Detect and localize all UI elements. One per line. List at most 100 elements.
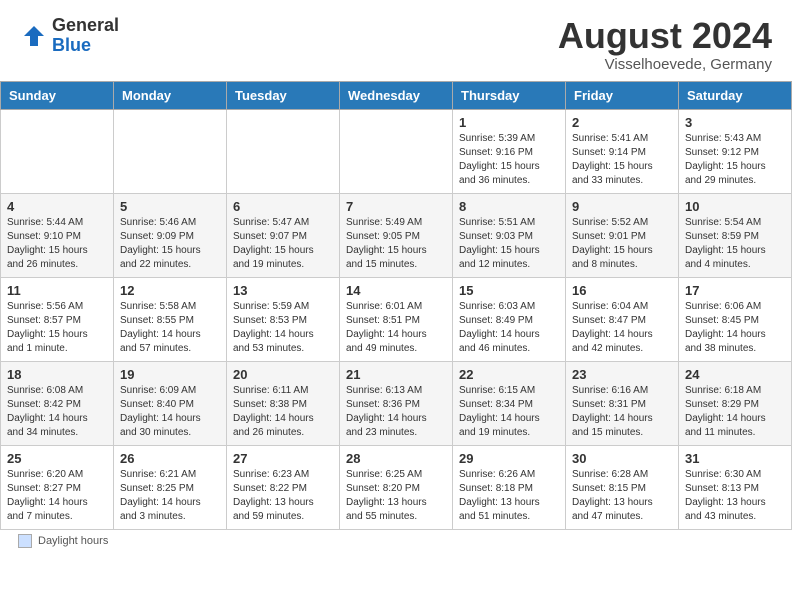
- day-number: 23: [572, 367, 672, 382]
- calendar-week-2: 4 Sunrise: 5:44 AM Sunset: 9:10 PM Daylig…: [1, 193, 792, 277]
- table-row: 13Sunrise: 5:59 AM Sunset: 8:53 PM Dayli…: [227, 277, 340, 361]
- table-row: 28Sunrise: 6:25 AM Sunset: 8:20 PM Dayli…: [340, 445, 453, 529]
- day-info: Sunrise: 6:16 AM Sunset: 8:31 PM Dayligh…: [572, 384, 672, 440]
- table-row: 11Sunrise: 5:56 AM Sunset: 8:57 PM Dayli…: [1, 277, 114, 361]
- table-row: [227, 109, 340, 193]
- day-number: 7: [346, 199, 446, 214]
- col-thursday: Thursday: [453, 81, 566, 109]
- day-info: Sunrise: 6:26 AM Sunset: 8:18 PM Dayligh…: [459, 468, 559, 524]
- table-row: 6 Sunrise: 5:47 AM Sunset: 9:07 PM Daylig…: [227, 193, 340, 277]
- table-row: 22Sunrise: 6:15 AM Sunset: 8:34 PM Dayli…: [453, 361, 566, 445]
- day-info: Sunrise: 5:43 AM Sunset: 9:12 PM Dayligh…: [685, 132, 785, 188]
- table-row: 24Sunrise: 6:18 AM Sunset: 8:29 PM Dayli…: [679, 361, 792, 445]
- day-number: 25: [7, 451, 107, 466]
- calendar-table: Sunday Monday Tuesday Wednesday Thursday…: [0, 81, 792, 530]
- day-info: Sunrise: 6:06 AM Sunset: 8:45 PM Dayligh…: [685, 300, 785, 356]
- day-number: 8: [459, 199, 559, 214]
- table-row: 23 Sunrise: 6:16 AM Sunset: 8:31 PM Dayli…: [566, 361, 679, 445]
- day-number: 5: [120, 199, 220, 214]
- day-number: 6: [233, 199, 333, 214]
- day-info: Sunrise: 5:58 AM Sunset: 8:55 PM Dayligh…: [120, 300, 220, 356]
- calendar-week-4: 18 Sunrise: 6:08 AM Sunset: 8:42 PM Dayli…: [1, 361, 792, 445]
- title-block: August 2024 Visselhoevede, Germany: [558, 16, 772, 73]
- day-info: Sunrise: 6:28 AM Sunset: 8:15 PM Dayligh…: [572, 468, 672, 524]
- table-row: 5 Sunrise: 5:46 AM Sunset: 9:09 PM Daylig…: [114, 193, 227, 277]
- day-info: Sunrise: 6:03 AM Sunset: 8:49 PM Dayligh…: [459, 300, 559, 356]
- calendar-header-row: Sunday Monday Tuesday Wednesday Thursday…: [1, 81, 792, 109]
- location-subtitle: Visselhoevede, Germany: [558, 56, 772, 73]
- day-info: Sunrise: 6:11 AM Sunset: 8:38 PM Dayligh…: [233, 384, 333, 440]
- day-number: 13: [233, 283, 333, 298]
- page-header: General Blue August 2024 Visselhoevede, …: [0, 0, 792, 81]
- day-info: Sunrise: 5:46 AM Sunset: 9:09 PM Dayligh…: [120, 216, 220, 272]
- table-row: 25 Sunrise: 6:20 AM Sunset: 8:27 PM Dayli…: [1, 445, 114, 529]
- day-number: 17: [685, 283, 785, 298]
- table-row: 9 Sunrise: 5:52 AM Sunset: 9:01 PM Daylig…: [566, 193, 679, 277]
- day-number: 21: [346, 367, 446, 382]
- day-info: Sunrise: 6:18 AM Sunset: 8:29 PM Dayligh…: [685, 384, 785, 440]
- legend: Daylight hours: [0, 530, 792, 554]
- table-row: [114, 109, 227, 193]
- day-number: 16: [572, 283, 672, 298]
- logo: General Blue: [20, 16, 119, 56]
- table-row: 12 Sunrise: 5:58 AM Sunset: 8:55 PM Dayli…: [114, 277, 227, 361]
- table-row: 10 Sunrise: 5:54 AM Sunset: 8:59 PM Dayli…: [679, 193, 792, 277]
- calendar-week-1: 1 Sunrise: 5:39 AM Sunset: 9:16 PM Daylig…: [1, 109, 792, 193]
- table-row: [1, 109, 114, 193]
- table-row: 7Sunrise: 5:49 AM Sunset: 9:05 PM Daylig…: [340, 193, 453, 277]
- day-info: Sunrise: 5:39 AM Sunset: 9:16 PM Dayligh…: [459, 132, 559, 188]
- col-tuesday: Tuesday: [227, 81, 340, 109]
- table-row: 18 Sunrise: 6:08 AM Sunset: 8:42 PM Dayli…: [1, 361, 114, 445]
- day-info: Sunrise: 6:09 AM Sunset: 8:40 PM Dayligh…: [120, 384, 220, 440]
- table-row: 20Sunrise: 6:11 AM Sunset: 8:38 PM Dayli…: [227, 361, 340, 445]
- table-row: 29Sunrise: 6:26 AM Sunset: 8:18 PM Dayli…: [453, 445, 566, 529]
- day-info: Sunrise: 5:54 AM Sunset: 8:59 PM Dayligh…: [685, 216, 785, 272]
- day-number: 2: [572, 115, 672, 130]
- day-info: Sunrise: 5:47 AM Sunset: 9:07 PM Dayligh…: [233, 216, 333, 272]
- month-title: August 2024: [558, 16, 772, 56]
- day-info: Sunrise: 5:56 AM Sunset: 8:57 PM Dayligh…: [7, 300, 107, 356]
- day-info: Sunrise: 6:20 AM Sunset: 8:27 PM Dayligh…: [7, 468, 107, 524]
- day-number: 26: [120, 451, 220, 466]
- col-friday: Friday: [566, 81, 679, 109]
- table-row: 14Sunrise: 6:01 AM Sunset: 8:51 PM Dayli…: [340, 277, 453, 361]
- table-row: 3 Sunrise: 5:43 AM Sunset: 9:12 PM Daylig…: [679, 109, 792, 193]
- day-number: 18: [7, 367, 107, 382]
- logo-blue: Blue: [52, 36, 119, 56]
- day-info: Sunrise: 6:13 AM Sunset: 8:36 PM Dayligh…: [346, 384, 446, 440]
- table-row: 17 Sunrise: 6:06 AM Sunset: 8:45 PM Dayli…: [679, 277, 792, 361]
- day-number: 27: [233, 451, 333, 466]
- day-number: 31: [685, 451, 785, 466]
- table-row: 8Sunrise: 5:51 AM Sunset: 9:03 PM Daylig…: [453, 193, 566, 277]
- col-wednesday: Wednesday: [340, 81, 453, 109]
- day-number: 14: [346, 283, 446, 298]
- table-row: 26 Sunrise: 6:21 AM Sunset: 8:25 PM Dayli…: [114, 445, 227, 529]
- calendar-week-3: 11Sunrise: 5:56 AM Sunset: 8:57 PM Dayli…: [1, 277, 792, 361]
- day-info: Sunrise: 6:08 AM Sunset: 8:42 PM Dayligh…: [7, 384, 107, 440]
- table-row: [340, 109, 453, 193]
- logo-general: General: [52, 16, 119, 36]
- table-row: 16 Sunrise: 6:04 AM Sunset: 8:47 PM Dayli…: [566, 277, 679, 361]
- day-number: 4: [7, 199, 107, 214]
- logo-icon: [20, 22, 48, 50]
- day-info: Sunrise: 5:44 AM Sunset: 9:10 PM Dayligh…: [7, 216, 107, 272]
- day-info: Sunrise: 6:25 AM Sunset: 8:20 PM Dayligh…: [346, 468, 446, 524]
- day-number: 9: [572, 199, 672, 214]
- day-number: 1: [459, 115, 559, 130]
- day-number: 10: [685, 199, 785, 214]
- col-saturday: Saturday: [679, 81, 792, 109]
- day-info: Sunrise: 6:23 AM Sunset: 8:22 PM Dayligh…: [233, 468, 333, 524]
- table-row: 31 Sunrise: 6:30 AM Sunset: 8:13 PM Dayli…: [679, 445, 792, 529]
- day-number: 3: [685, 115, 785, 130]
- day-info: Sunrise: 6:30 AM Sunset: 8:13 PM Dayligh…: [685, 468, 785, 524]
- table-row: 21 Sunrise: 6:13 AM Sunset: 8:36 PM Dayli…: [340, 361, 453, 445]
- logo-text: General Blue: [52, 16, 119, 56]
- day-info: Sunrise: 6:21 AM Sunset: 8:25 PM Dayligh…: [120, 468, 220, 524]
- day-info: Sunrise: 6:04 AM Sunset: 8:47 PM Dayligh…: [572, 300, 672, 356]
- day-number: 19: [120, 367, 220, 382]
- table-row: 2Sunrise: 5:41 AM Sunset: 9:14 PM Daylig…: [566, 109, 679, 193]
- calendar-week-5: 25 Sunrise: 6:20 AM Sunset: 8:27 PM Dayli…: [1, 445, 792, 529]
- day-info: Sunrise: 5:52 AM Sunset: 9:01 PM Dayligh…: [572, 216, 672, 272]
- table-row: 15Sunrise: 6:03 AM Sunset: 8:49 PM Dayli…: [453, 277, 566, 361]
- day-number: 12: [120, 283, 220, 298]
